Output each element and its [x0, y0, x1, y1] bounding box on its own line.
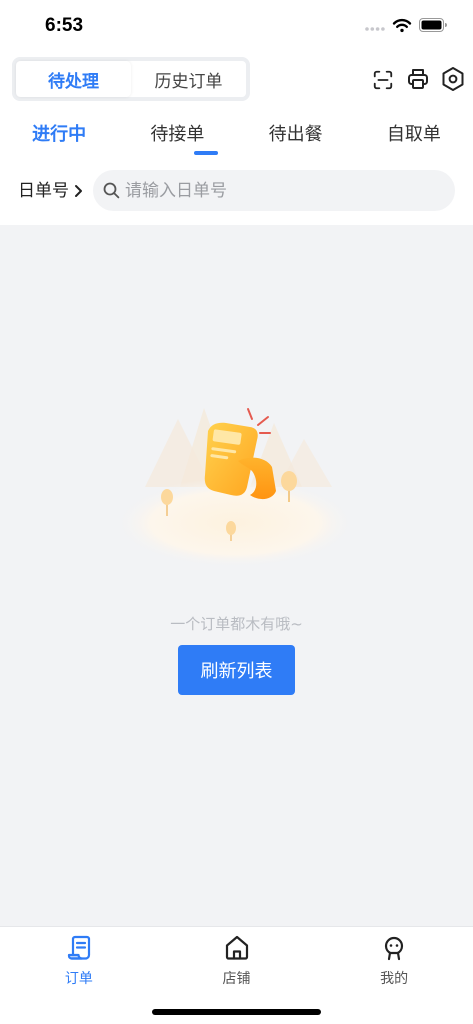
search-bar	[93, 170, 455, 211]
nav-item-profile[interactable]: 我的	[315, 927, 473, 997]
wifi-icon	[392, 18, 412, 33]
settings-icon	[442, 67, 464, 91]
receipt-icon	[204, 422, 276, 500]
store-icon	[225, 935, 248, 960]
scan-icon	[373, 70, 393, 90]
segment-history-orders[interactable]: 历史订单	[131, 61, 246, 97]
empty-state-message: 一个订单都木有哦~	[170, 615, 303, 633]
nav-label-orders: 订单	[64, 971, 93, 987]
settings-button[interactable]	[441, 66, 465, 92]
order-list-area	[0, 225, 473, 926]
battery-icon	[419, 18, 447, 32]
search-icon	[103, 182, 120, 199]
profile-icon	[385, 936, 404, 961]
printer-icon	[408, 69, 428, 89]
order-status-segmented-control: 待处理 历史订单	[12, 57, 250, 101]
scan-button[interactable]	[372, 69, 394, 91]
status-time: 6:53	[45, 15, 84, 36]
signal-icon	[365, 27, 385, 31]
segment-pending[interactable]: 待处理	[16, 61, 131, 97]
tab-awaiting-acceptance[interactable]: 待接单	[118, 115, 236, 151]
order-number-search-input[interactable]	[125, 170, 440, 211]
nav-item-store[interactable]: 店铺	[158, 927, 316, 997]
search-field-label: 日单号	[18, 181, 69, 201]
nav-label-profile: 我的	[380, 971, 409, 987]
print-button[interactable]	[406, 67, 430, 91]
refresh-list-button[interactable]: 刷新列表	[178, 645, 295, 695]
search-field-selector[interactable]: 日单号	[18, 178, 88, 204]
nav-item-orders[interactable]: 订单	[0, 927, 158, 997]
order-filter-tabs: 进行中 待接单 待出餐 自取单	[0, 115, 473, 151]
tab-self-pickup[interactable]: 自取单	[355, 115, 473, 151]
nav-label-store: 店铺	[222, 971, 251, 987]
tab-in-progress[interactable]: 进行中	[0, 115, 118, 151]
tab-awaiting-meal[interactable]: 待出餐	[237, 115, 355, 151]
chevron-right-icon	[75, 185, 82, 197]
home-indicator	[152, 1009, 321, 1015]
empty-orders-illustration	[115, 408, 355, 568]
order-icon	[67, 935, 90, 960]
tab-indicator	[194, 151, 218, 155]
